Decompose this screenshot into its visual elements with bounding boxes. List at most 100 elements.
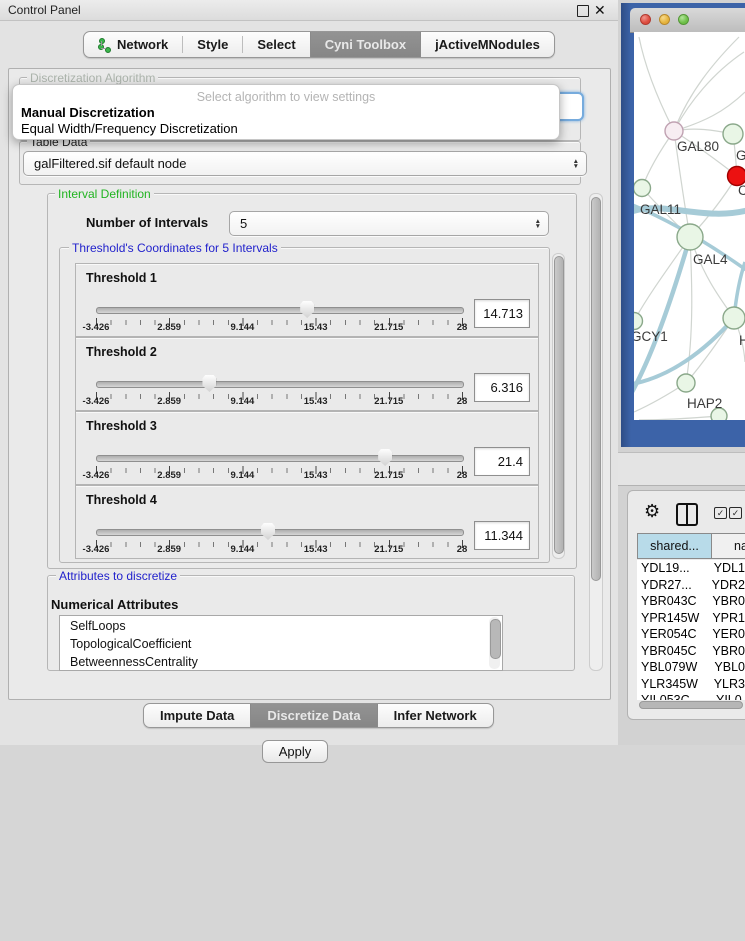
tab-label: Impute Data <box>160 708 234 723</box>
stepper-arrows-icon: ▲▼ <box>535 212 541 235</box>
node-green[interactable] <box>723 124 743 144</box>
cyni-mode-tabs: Impute Data Discretize Data Infer Networ… <box>143 703 494 728</box>
list-item[interactable]: SelfLoops <box>70 619 126 633</box>
threshold-value-field[interactable]: 21.4 <box>474 447 530 476</box>
slider-thumb[interactable] <box>300 301 314 318</box>
node-gal4[interactable] <box>677 224 703 250</box>
tab-jactivemnodules[interactable]: jActiveMNodules <box>421 32 554 57</box>
column-header-shared-name[interactable]: shared... <box>637 533 712 559</box>
slider-thumb[interactable] <box>202 375 216 392</box>
table-data-value: galFiltered.sif default node <box>34 156 186 171</box>
popup-item-manual-discretization[interactable]: Manual Discretization <box>21 105 155 120</box>
close-traffic-light-icon[interactable] <box>640 14 651 25</box>
tab-impute-data[interactable]: Impute Data <box>144 704 250 727</box>
tab-label: jActiveMNodules <box>435 37 540 52</box>
slider-track[interactable] <box>96 529 464 536</box>
list-scrollbar[interactable] <box>489 617 500 669</box>
slider-track[interactable] <box>96 381 464 388</box>
tab-label: Infer Network <box>394 708 477 723</box>
number-of-intervals-combo[interactable]: 5 ▲▼ <box>229 211 549 236</box>
threshold-label: Threshold 1 <box>86 271 157 285</box>
slider-track[interactable] <box>96 455 464 462</box>
node-hap2[interactable] <box>677 374 695 392</box>
table-row[interactable]: YLR345WYLR3 <box>637 676 745 693</box>
network-window-titlebar <box>630 8 745 33</box>
popup-header: Select algorithm to view settings <box>13 90 559 104</box>
threshold-label: Threshold 4 <box>86 493 157 507</box>
threshold-value-field[interactable]: 11.344 <box>474 521 530 550</box>
slider-track[interactable] <box>96 307 464 314</box>
algorithm-dropdown-popup: Select algorithm to view settings Manual… <box>12 84 560 140</box>
table-row[interactable]: YDR27...YDR2 <box>637 577 745 594</box>
threshold-row: Threshold 2 -3.4262.8599.14415.4321.7152… <box>75 337 539 411</box>
tab-label: Select <box>257 37 295 52</box>
interval-scrollbar[interactable] <box>552 253 565 559</box>
cyni-settings-panel: Discretization Algorithm Table Data galF… <box>8 68 611 700</box>
network-graph: GAL80 GA C GAL11 GAL4 GCY1 H HAP2 <box>634 32 745 420</box>
checkbox-select-all-icon[interactable]: ✓ <box>729 507 742 519</box>
table-row[interactable]: YIL053CYIL0 <box>637 692 745 700</box>
tab-cyni-toolbox[interactable]: Cyni Toolbox <box>310 32 421 57</box>
node-label: C <box>738 183 745 198</box>
node-gcy1[interactable] <box>634 313 643 330</box>
node-label: GCY1 <box>634 329 668 344</box>
discretization-algorithm-title: Discretization Algorithm <box>27 71 158 85</box>
threshold-row: Threshold 1 -3.4262.8599.14415.4321.7152… <box>75 263 539 337</box>
slider-tick-labels: -3.4262.8599.14415.4321.71528 <box>96 470 462 482</box>
column-view-icon[interactable] <box>676 503 698 526</box>
control-panel-window: Control Panel ✕ Network Style Select Cyn… <box>0 0 619 745</box>
slider-tick-labels: -3.4262.8599.14415.4321.71528 <box>96 544 462 556</box>
tab-select[interactable]: Select <box>243 32 309 57</box>
node-h[interactable] <box>723 307 745 329</box>
threshold-row: Threshold 4 -3.4262.8599.14415.4321.7152… <box>75 485 539 559</box>
apply-button[interactable]: Apply <box>262 740 328 763</box>
attributes-group-title: Attributes to discretize <box>56 569 180 583</box>
list-item[interactable]: BetweennessCentrality <box>70 655 198 669</box>
float-window-icon[interactable] <box>577 5 589 17</box>
tab-label: Cyni Toolbox <box>325 37 406 52</box>
control-panel-tabs: Network Style Select Cyni Toolbox jActiv… <box>83 31 555 58</box>
window-title: Control Panel <box>8 3 81 17</box>
minimize-traffic-light-icon[interactable] <box>659 14 670 25</box>
threshold-value-field[interactable]: 6.316 <box>474 373 530 402</box>
column-header-name[interactable]: na <box>712 533 745 559</box>
table-row[interactable]: YER054CYER0 <box>637 626 745 643</box>
network-canvas[interactable]: GAL80 GA C GAL11 GAL4 GCY1 H HAP2 <box>634 32 745 420</box>
table-row[interactable]: YPR145WYPR1 <box>637 610 745 627</box>
slider-tick-labels: -3.4262.8599.14415.4321.71528 <box>96 322 462 334</box>
list-item[interactable]: TopologicalCoefficient <box>70 637 191 651</box>
checkbox-select-icon[interactable]: ✓ <box>714 507 727 519</box>
thresholds-group-title: Threshold's Coordinates for 5 Intervals <box>69 241 281 255</box>
panel-scrollbar[interactable] <box>589 193 603 671</box>
close-icon[interactable]: ✕ <box>594 2 606 19</box>
table-row[interactable]: YBR043CYBR0 <box>637 593 745 610</box>
table-horizontal-scrollbar[interactable] <box>639 701 743 709</box>
table-row[interactable]: YBL079WYBL0 <box>637 659 745 676</box>
table-row[interactable]: YDL19...YDL1 <box>637 560 745 577</box>
tab-style[interactable]: Style <box>183 32 242 57</box>
numerical-attributes-list[interactable]: SelfLoops TopologicalCoefficient Between… <box>59 615 503 671</box>
node-label: GA <box>736 148 745 163</box>
tab-infer-network[interactable]: Infer Network <box>378 704 493 727</box>
tab-network[interactable]: Network <box>84 32 182 57</box>
node-label: GAL11 <box>640 202 681 217</box>
node-gal11[interactable] <box>634 180 651 197</box>
zoom-traffic-light-icon[interactable] <box>678 14 689 25</box>
slider-thumb[interactable] <box>378 449 392 466</box>
tab-label: Network <box>117 37 168 52</box>
table-data-combo[interactable]: galFiltered.sif default node ▲▼ <box>23 151 587 176</box>
node-label: GAL4 <box>693 252 728 267</box>
table-rows: YDL19...YDL1 YDR27...YDR2 YBR043CYBR0 YP… <box>637 560 745 700</box>
node-label: HAP2 <box>687 396 722 411</box>
gear-icon[interactable]: ⚙ <box>644 501 660 522</box>
slider-thumb[interactable] <box>261 523 275 540</box>
table-row[interactable]: YBR045CYBR0 <box>637 643 745 660</box>
tab-discretize-data[interactable]: Discretize Data <box>250 704 377 727</box>
popup-item-equal-width-frequency[interactable]: Equal Width/Frequency Discretization <box>21 121 238 136</box>
node-pink[interactable] <box>665 122 683 140</box>
stepper-arrows-icon: ▲▼ <box>573 152 579 175</box>
threshold-label: Threshold 2 <box>86 345 157 359</box>
threshold-value-field[interactable]: 14.713 <box>474 299 530 328</box>
node-label: GAL80 <box>677 139 719 154</box>
node-label: H <box>739 333 745 348</box>
